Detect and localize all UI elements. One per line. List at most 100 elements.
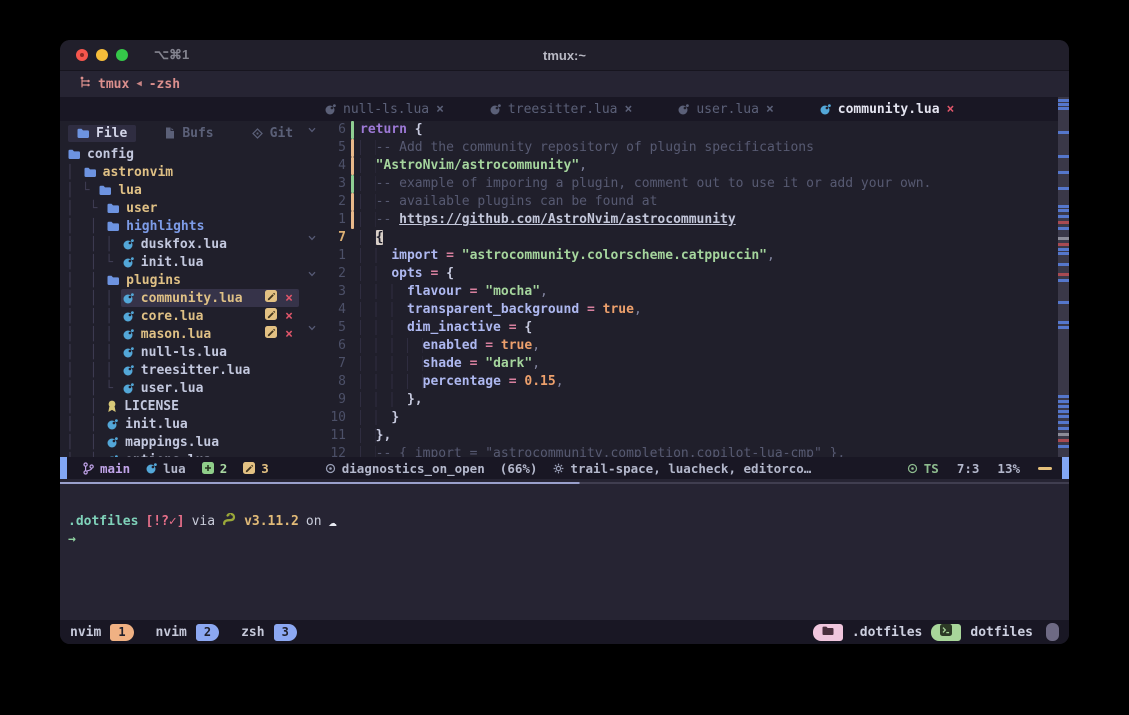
lua-icon — [123, 365, 134, 376]
code-line[interactable]: 8 percentage = 0.15, — [305, 373, 1058, 391]
code-line[interactable]: 3 flavour = "mocha", — [305, 283, 1058, 301]
unsaved-close-icon[interactable]: × — [285, 291, 293, 306]
shell-input-arrow[interactable]: → — [68, 532, 76, 547]
tree-item-treesitter.lua[interactable]: │ │ │ treesitter.lua — [60, 361, 305, 379]
scrollbar-mark — [1058, 252, 1069, 255]
code-line[interactable]: 2 opts = { — [305, 265, 1058, 283]
mode-indicator-right — [1062, 457, 1069, 479]
source-tab-file[interactable]: File — [68, 125, 136, 142]
indent-guides: │ │ └ — [66, 255, 121, 270]
code-line[interactable]: 6return { — [305, 121, 1058, 139]
line-number: 12 — [319, 445, 351, 457]
code-line[interactable]: 12 -- { import = "astrocommunity.complet… — [305, 445, 1058, 457]
code-line[interactable]: 11 }, — [305, 427, 1058, 445]
tree-item-config[interactable]: config — [60, 145, 305, 163]
code-editor[interactable]: 6return {5 -- Add the community reposito… — [305, 121, 1069, 457]
tab-user.lua[interactable]: user.lua× — [668, 102, 783, 117]
tree-item-lua[interactable]: │ └ lua — [60, 181, 305, 199]
tmux-session-line: tmux ◀ -zsh — [60, 71, 1069, 97]
scrollbar-mark — [1058, 301, 1069, 304]
tree-item-user.lua[interactable]: │ │ └ user.lua — [60, 379, 305, 397]
git-modified-count: 3 — [261, 461, 269, 476]
titlebar[interactable]: ⌥⌘1 tmux:~ — [60, 40, 1069, 71]
tree-item-LICENSE[interactable]: │ │ LICENSE — [60, 397, 305, 415]
scrollbar-mark — [1058, 248, 1069, 251]
code-line[interactable]: 4 transparent_background = true, — [305, 301, 1058, 319]
git-sign — [351, 139, 360, 157]
tree-item-plugins[interactable]: │ │ plugins — [60, 271, 305, 289]
line-number: 1 — [319, 247, 351, 265]
tmux-window-nvim-1[interactable]: nvim1 — [70, 624, 134, 641]
tree-item-null-ls.lua[interactable]: │ │ │ null-ls.lua — [60, 343, 305, 361]
unsaved-close-icon[interactable]: × — [285, 309, 293, 324]
line-number: 3 — [319, 283, 351, 301]
code-line[interactable]: 7 shade = "dark", — [305, 355, 1058, 373]
tree-item-label: mason.lua — [141, 327, 211, 342]
fold-chevron-icon[interactable] — [305, 127, 319, 133]
git-sign-bar — [351, 211, 354, 229]
shell-pane[interactable]: .dotfiles [!?✓] via v3.11.2 on ☁ → — [60, 479, 1069, 620]
fold-chevron-icon[interactable] — [305, 325, 319, 331]
code-line[interactable]: 3 -- example of imporing a plugin, comme… — [305, 175, 1058, 193]
tree-item-mappings.lua[interactable]: │ │ mappings.lua — [60, 433, 305, 451]
code-token: , — [579, 158, 587, 173]
prompt-directory: .dotfiles — [68, 514, 138, 529]
zoom-window-button[interactable] — [116, 49, 128, 61]
fold-chevron-icon[interactable] — [305, 235, 319, 241]
line-number: 6 — [319, 337, 351, 355]
tab-null-ls.lua[interactable]: null-ls.lua× — [315, 102, 454, 117]
git-sign — [351, 283, 360, 301]
source-tab-git[interactable]: Git — [243, 125, 302, 142]
code-line[interactable]: 4 "AstroNvim/astrocommunity", — [305, 157, 1058, 175]
tab-close-icon[interactable]: × — [436, 102, 444, 117]
code-line[interactable]: 5 -- Add the community repository of plu… — [305, 139, 1058, 157]
tmux-pane-divider[interactable] — [60, 482, 1069, 484]
tree-item-astronvim[interactable]: │ astronvim — [60, 163, 305, 181]
tree-item-mason.lua[interactable]: │ │ │ mason.lua× — [60, 325, 305, 343]
code-line[interactable]: 1 -- https://github.com/AstroNvim/astroc… — [305, 211, 1058, 229]
editor-scrollbar[interactable] — [1058, 97, 1069, 457]
code-line[interactable]: 6 enabled = true, — [305, 337, 1058, 355]
code-token: https://github.com/AstroNvim/astrocommun… — [399, 212, 736, 227]
tree-item-duskfox.lua[interactable]: │ │ │ duskfox.lua — [60, 235, 305, 253]
tab-label: community.lua — [838, 102, 940, 117]
folder-icon — [84, 167, 96, 178]
tree-item-user[interactable]: │ └ user — [60, 199, 305, 217]
git-sign — [351, 229, 360, 247]
tree-item-core.lua[interactable]: │ │ │ core.lua× — [60, 307, 305, 325]
tree-item-highlights[interactable]: │ │ highlights — [60, 217, 305, 235]
tab-community.lua[interactable]: community.lua × — [810, 102, 965, 117]
code-token: -- { import = "astrocommunity.completion… — [376, 446, 846, 457]
code-line[interactable]: 2 -- available plugins can be found at — [305, 193, 1058, 211]
lua-file-icon — [820, 104, 831, 115]
tree-item-body: plugins — [105, 271, 299, 289]
code-line[interactable]: 1 import = "astrocommunity.colorscheme.c… — [305, 247, 1058, 265]
tab-close-icon[interactable]: × — [947, 102, 955, 117]
modified-badge-icon — [265, 326, 277, 342]
tmux-window-name: nvim — [156, 625, 187, 640]
fold-chevron-icon[interactable] — [305, 271, 319, 277]
close-window-button[interactable] — [76, 49, 88, 61]
scrollbar-mark — [1058, 215, 1069, 218]
code-line[interactable]: 7 { — [305, 229, 1058, 247]
code-line[interactable]: 9 }, — [305, 391, 1058, 409]
unsaved-close-icon[interactable]: × — [285, 327, 293, 342]
tab-close-icon[interactable]: × — [766, 102, 774, 117]
code-text: flavour = "mocha", — [360, 283, 548, 301]
git-branch-label[interactable]: main — [100, 461, 130, 476]
code-line[interactable]: 5 dim_inactive = { — [305, 319, 1058, 337]
scrollbar-mark — [1058, 237, 1069, 240]
tree-item-init.lua[interactable]: │ │ init.lua — [60, 415, 305, 433]
tmux-window-nvim-2[interactable]: nvim2 — [156, 624, 220, 641]
source-tab-bufs[interactable]: Bufs — [156, 125, 222, 142]
scrollbar-mark — [1058, 321, 1069, 324]
minimize-window-button[interactable] — [96, 49, 108, 61]
tree-item-init.lua[interactable]: │ │ └ init.lua — [60, 253, 305, 271]
tab-close-icon[interactable]: × — [625, 102, 633, 117]
code-token: = — [438, 248, 461, 263]
tmux-window-zsh-3[interactable]: zsh3 — [241, 624, 297, 641]
tab-treesitter.lua[interactable]: treesitter.lua× — [480, 102, 642, 117]
tree-item-community.lua[interactable]: │ │ │ community.lua× — [60, 289, 305, 307]
code-line[interactable]: 10 } — [305, 409, 1058, 427]
line-number: 6 — [319, 121, 351, 139]
